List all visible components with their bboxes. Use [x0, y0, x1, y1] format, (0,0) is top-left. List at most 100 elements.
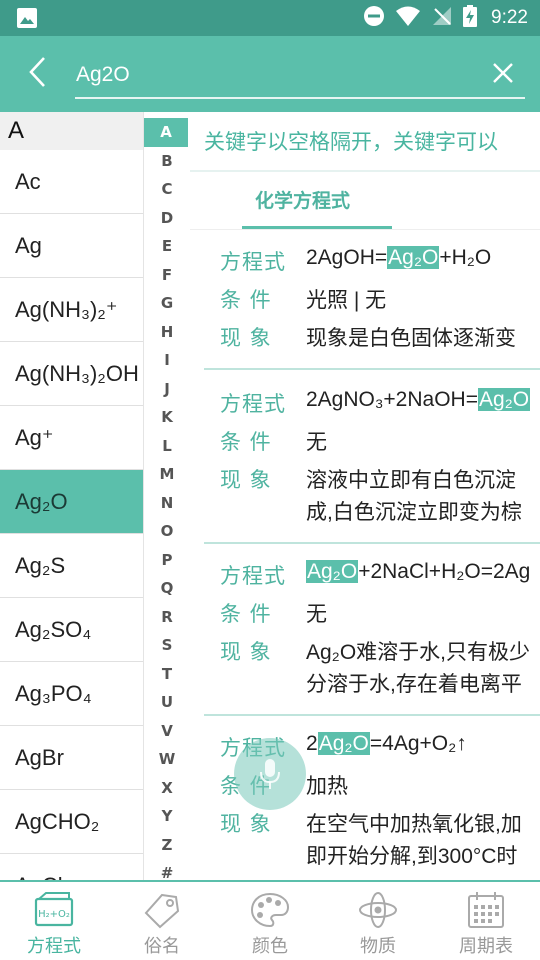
alphabet-letter[interactable]: Y	[144, 802, 190, 831]
alphabet-letter[interactable]: T	[144, 660, 190, 689]
alphabet-letter[interactable]: E	[144, 232, 190, 261]
nav-tab-equation[interactable]: H₂+O₂ 方程式	[0, 882, 108, 960]
highlight-match: Ag₂O	[387, 246, 440, 269]
nav-tab-color[interactable]: 颜色	[216, 882, 324, 960]
alphabet-letter[interactable]: N	[144, 489, 190, 518]
nav-tab-substance[interactable]: 物质	[324, 882, 432, 960]
search-hint: 关键字以空格隔开，关键字可以	[204, 130, 498, 154]
list-item-ag-nh3-2-plus[interactable]: Ag(NH₃)₂⁺	[0, 278, 143, 342]
alphabet-letter[interactable]: Z	[144, 831, 190, 860]
alphabet-letter[interactable]: V	[144, 717, 190, 746]
alphabet-letter[interactable]: O	[144, 517, 190, 546]
highlight-match: Ag₂O	[477, 388, 531, 411]
nav-label: 颜色	[252, 936, 288, 957]
alphabet-letter[interactable]: Q	[144, 574, 190, 603]
do-not-disturb-icon	[363, 5, 385, 31]
list-item-agbr[interactable]: AgBr	[0, 726, 143, 790]
phenomenon-label: 现 象	[220, 326, 272, 350]
alphabet-letter[interactable]: K	[144, 403, 190, 432]
alphabet-letter[interactable]: L	[144, 432, 190, 461]
wifi-icon	[395, 5, 421, 31]
alphabet-letter[interactable]: G	[144, 289, 190, 318]
phenomenon-line: 分溶于水,存在着电离平	[306, 673, 522, 696]
list-item-ac[interactable]: Ac	[0, 150, 143, 214]
search-header	[0, 36, 540, 112]
equation-label: 方程式	[220, 564, 286, 588]
list-item-ag-plus[interactable]: Ag⁺	[0, 406, 143, 470]
alphabet-letter[interactable]: J	[144, 375, 190, 404]
condition-label: 条 件	[220, 430, 272, 454]
alphabet-letter[interactable]: B	[144, 147, 190, 176]
equation-icon: H₂+O₂	[32, 890, 76, 930]
list-item-ag2s[interactable]: Ag₂S	[0, 534, 143, 598]
voice-input-button[interactable]	[234, 738, 306, 810]
entry-separator	[204, 368, 540, 370]
list-item-ag2so4[interactable]: Ag₂SO₄	[0, 598, 143, 662]
nav-tab-periodic-table[interactable]: 周期表	[432, 882, 540, 960]
nav-label: 周期表	[459, 936, 513, 957]
formula-list[interactable]: A Ac Ag Ag(NH₃)₂⁺ Ag(NH₃)₂OH Ag⁺ Ag₂O Ag…	[0, 112, 144, 880]
condition-value: 光照 | 无	[306, 289, 387, 312]
alphabet-index[interactable]: A B C D E F G H I J K L M N O P Q R S T U V W X Y Z #	[144, 118, 190, 882]
nav-label: 物质	[360, 936, 396, 957]
highlight-match: Ag₂O	[306, 560, 359, 583]
highlight-match: Ag₂O	[317, 732, 370, 755]
alphabet-letter[interactable]: S	[144, 631, 190, 660]
close-icon	[493, 63, 513, 83]
alphabet-letter[interactable]: A	[144, 118, 188, 147]
alphabet-letter[interactable]: X	[144, 774, 190, 803]
nav-tab-common-name[interactable]: 俗名	[108, 882, 216, 960]
alphabet-letter[interactable]: P	[144, 546, 190, 575]
list-section-header: A	[0, 112, 143, 150]
alphabet-letter[interactable]: U	[144, 688, 190, 717]
tab-chemical-equation[interactable]: 化学方程式	[255, 186, 350, 213]
search-underline	[75, 97, 525, 99]
back-arrow-icon	[29, 57, 45, 87]
phenomenon-line: 溶液中立即有白色沉淀	[306, 469, 516, 492]
equation-text: 2AgNO₃+2NaOH=Ag₂O	[306, 388, 531, 411]
alphabet-letter[interactable]: H	[144, 318, 190, 347]
equation-label: 方程式	[220, 250, 286, 274]
list-item-ag[interactable]: Ag	[0, 214, 143, 278]
alphabet-letter[interactable]: I	[144, 346, 190, 375]
alphabet-letter[interactable]: R	[144, 603, 190, 632]
status-bar: 9:22	[0, 0, 540, 36]
search-input[interactable]	[76, 58, 476, 92]
bottom-navigation: H₂+O₂ 方程式 俗名 颜色 物质 周期表	[0, 880, 540, 960]
microphone-icon	[260, 759, 280, 789]
phenomenon-label: 现 象	[220, 812, 272, 836]
nav-label: 俗名	[144, 936, 180, 957]
condition-value: 加热	[306, 775, 348, 798]
atom-icon	[356, 890, 400, 930]
phenomenon-line: 在空气中加热氧化银,加	[306, 813, 522, 836]
alphabet-letter[interactable]: C	[144, 175, 190, 204]
list-item-agcl[interactable]: AgCl	[0, 854, 143, 880]
list-item-ag3po4[interactable]: Ag₃PO₄	[0, 662, 143, 726]
phenomenon-line: 现象是白色固体逐渐变	[306, 327, 516, 350]
entry-separator	[204, 714, 540, 716]
list-item-ag2o[interactable]: Ag₂O	[0, 470, 143, 534]
alphabet-letter[interactable]: F	[144, 261, 190, 290]
condition-value: 无	[306, 603, 327, 626]
tag-icon	[140, 890, 184, 930]
back-button[interactable]	[18, 50, 58, 94]
clear-search-button[interactable]	[486, 56, 520, 90]
phenomenon-line: 即开始分解,到300°C时	[306, 845, 518, 868]
clock: 9:22	[491, 7, 528, 28]
battery-charging-icon	[463, 5, 478, 31]
calendar-grid-icon	[464, 890, 508, 930]
divider	[190, 170, 540, 172]
condition-label: 条 件	[220, 288, 272, 312]
alphabet-letter[interactable]: D	[144, 204, 190, 233]
list-item-ag-nh3-2-oh[interactable]: Ag(NH₃)₂OH	[0, 342, 143, 406]
nav-label: 方程式	[27, 936, 81, 957]
palette-icon	[248, 890, 292, 930]
equation-text: 2Ag₂O=4Ag+O₂↑	[306, 732, 467, 755]
alphabet-letter[interactable]: M	[144, 460, 190, 489]
divider	[190, 229, 540, 230]
list-item-agcho2[interactable]: AgCHO₂	[0, 790, 143, 854]
alphabet-letter[interactable]: W	[144, 745, 190, 774]
equation-text: 2AgOH=Ag₂O+H₂O	[306, 246, 492, 269]
equation-label: 方程式	[220, 392, 286, 416]
condition-label: 条 件	[220, 602, 272, 626]
